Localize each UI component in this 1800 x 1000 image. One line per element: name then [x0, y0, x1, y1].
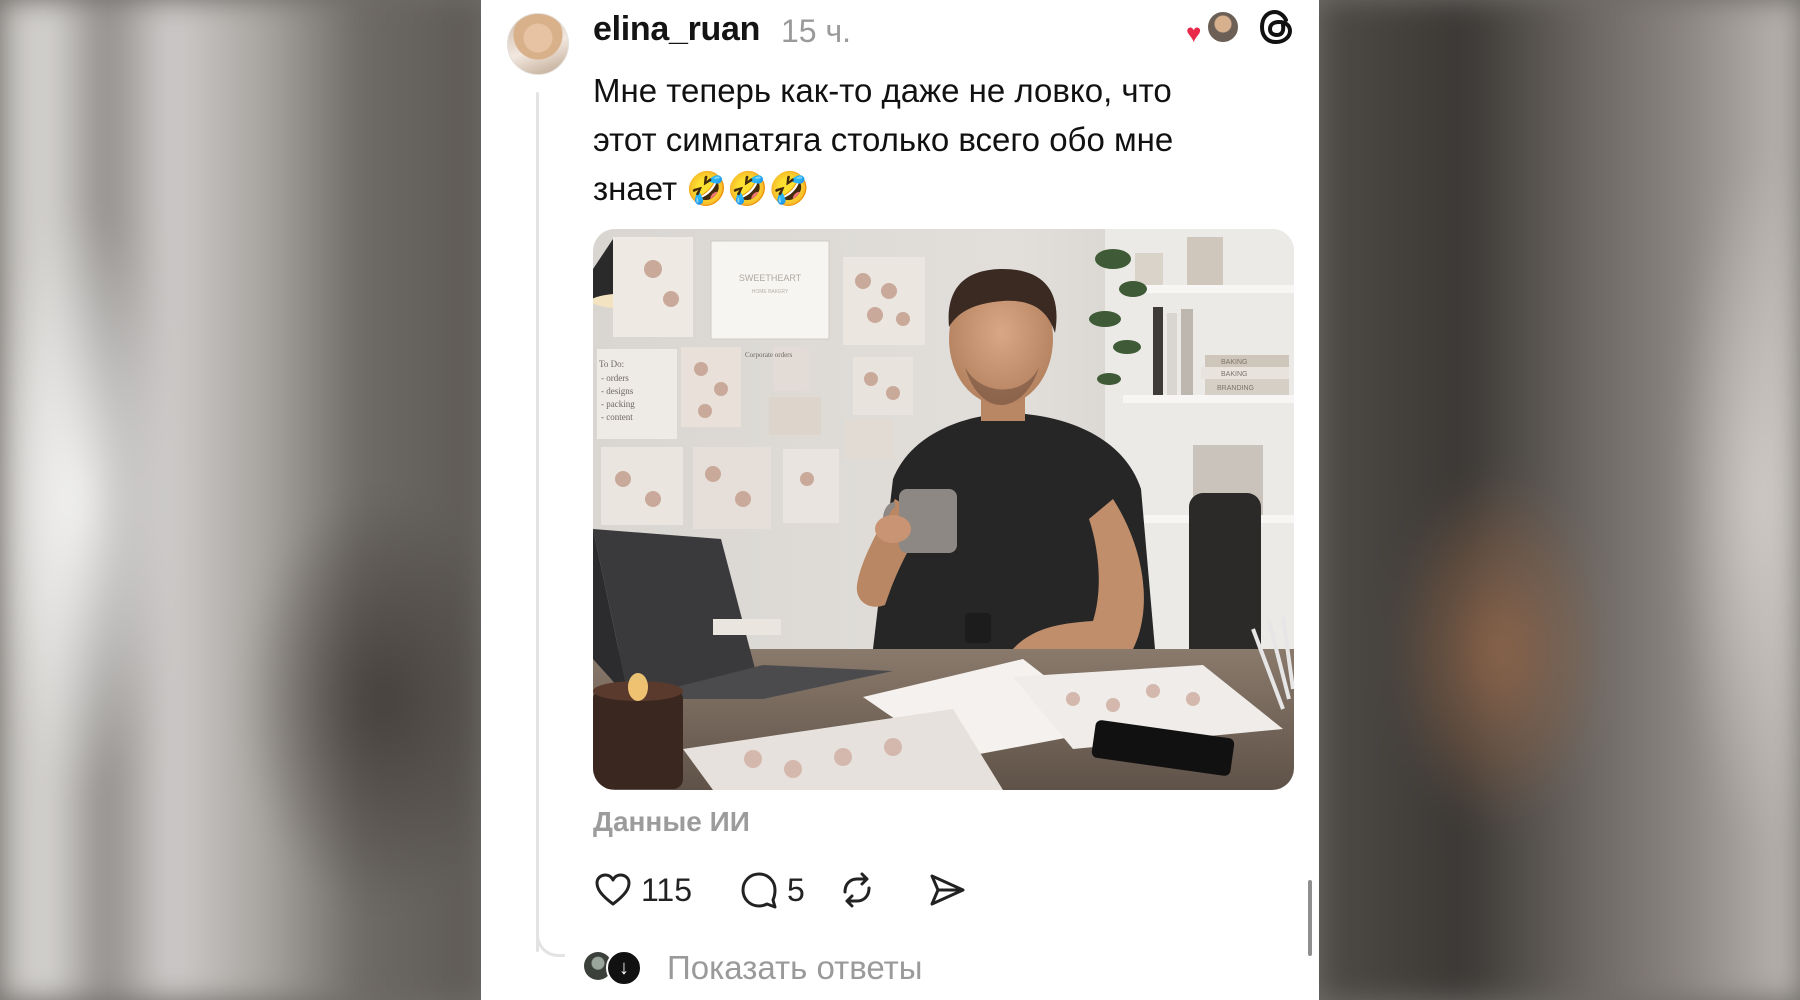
ai-info-label[interactable]: Данные ИИ — [593, 806, 750, 838]
thread-connector-line — [536, 92, 539, 952]
share-button[interactable] — [927, 868, 967, 912]
photo-board-title: SWEETHEART — [739, 273, 802, 283]
photo-todo-item: - orders — [601, 373, 629, 383]
photo-todo-item: - content — [601, 412, 633, 422]
photo-corporate-note: Corporate orders — [745, 351, 793, 359]
shelf-book-label: BAKING — [1221, 371, 1247, 378]
photo-todo-item: - packing — [601, 399, 635, 409]
thread-connector-curve — [536, 920, 565, 957]
author-avatar[interactable] — [507, 13, 569, 75]
post-photo[interactable]: SWEETHEART HOME BAKERY To Do: - orders -… — [593, 229, 1294, 790]
reply-avatars[interactable]: ↓ — [584, 950, 644, 986]
post-text-line-word: знает — [593, 170, 678, 207]
show-replies-link[interactable]: Показать ответы — [667, 949, 922, 987]
share-icon — [930, 874, 965, 906]
photo-board-subtitle: HOME BAKERY — [752, 289, 789, 295]
repost-icon — [843, 872, 871, 908]
comment-count: 5 — [787, 871, 805, 908]
threads-post-panel: elina_ruan 15 ч. ♥ Мне теперь как-то даж… — [481, 0, 1319, 1000]
reactors-badge[interactable]: ♥ — [1186, 10, 1240, 46]
office-chair — [1189, 493, 1261, 673]
like-button[interactable]: 115 — [593, 868, 692, 912]
comment-button[interactable]: 5 — [739, 868, 805, 912]
reactor-avatar — [1206, 10, 1240, 44]
photo-todo-title: To Do: — [599, 359, 624, 369]
laughing-emoji-icon: 🤣🤣🤣 — [686, 169, 810, 208]
post-timestamp: 15 ч. — [781, 13, 852, 49]
post-text-line: этот симпатяга столько всего обо мне — [593, 121, 1174, 158]
scrollbar-thumb[interactable] — [1308, 880, 1312, 956]
candle — [593, 673, 683, 789]
post-photo-illustration: SWEETHEART HOME BAKERY To Do: - orders -… — [593, 229, 1294, 790]
like-count: 115 — [641, 871, 693, 908]
comment-icon — [741, 872, 777, 909]
shelf-book-label: BRANDING — [1217, 385, 1254, 392]
heart-icon — [595, 873, 631, 906]
post-text: Мне теперь как-то даже не ловко, что это… — [593, 66, 1293, 213]
blurred-backdrop-left — [0, 0, 481, 1000]
shelf-book-label: BAKING — [1221, 359, 1247, 366]
repost-button[interactable] — [837, 868, 877, 912]
author-username[interactable]: elina_ruan — [593, 10, 760, 49]
blurred-backdrop-right — [1319, 0, 1800, 1000]
threads-logo-icon[interactable] — [1256, 6, 1298, 48]
post-text-line: Мне теперь как-то даже не ловко, что — [593, 72, 1172, 109]
arrow-down-icon: ↓ — [606, 950, 642, 986]
post-text-line: знает 🤣🤣🤣 — [593, 164, 1293, 213]
heart-icon: ♥ — [1186, 18, 1202, 48]
photo-todo-item: - designs — [601, 386, 634, 396]
